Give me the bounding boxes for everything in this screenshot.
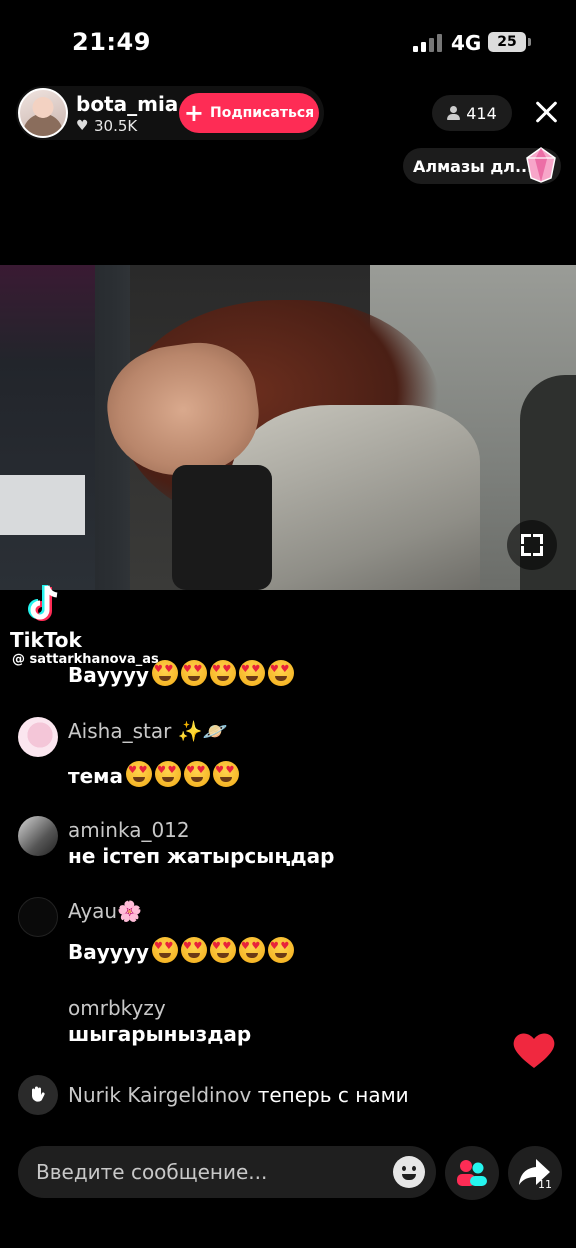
heart-eyes-emoji xyxy=(209,660,236,686)
host-name[interactable]: bota_mia xyxy=(76,92,178,116)
heart-eyes-emoji xyxy=(213,761,239,787)
smile-icon[interactable] xyxy=(393,1156,425,1188)
message-placeholder: Введите сообщение... xyxy=(36,1160,268,1184)
diamonds-pill[interactable]: Алмазы дл... xyxy=(403,147,561,184)
person-icon xyxy=(447,106,461,120)
heart-eyes-emoji xyxy=(151,937,178,963)
heart-eyes-emoji xyxy=(267,937,294,963)
live-video[interactable] xyxy=(0,265,576,590)
comment-username[interactable]: Aisha_star ✨🪐 xyxy=(68,719,228,743)
comment-text: тема xyxy=(68,761,239,788)
share-button[interactable] xyxy=(508,1146,562,1200)
gem-icon xyxy=(526,147,556,183)
comment-text: не істеп жатырсыңдар xyxy=(68,844,335,868)
follow-label: Подписаться xyxy=(209,105,315,121)
host-info[interactable]: bota_mia ♥ 30.5K + Подписаться xyxy=(16,86,324,140)
share-icon xyxy=(519,1159,550,1185)
message-input[interactable]: Введите сообщение... xyxy=(18,1146,436,1198)
comment-text: Вауууу xyxy=(68,660,294,687)
close-button[interactable] xyxy=(528,94,564,130)
heart-eyes-emoji xyxy=(180,937,207,963)
heart-eyes-emoji xyxy=(155,761,181,787)
heart-eyes-emoji xyxy=(126,761,152,787)
avatar[interactable] xyxy=(18,717,58,757)
heart-eyes-emoji xyxy=(238,660,265,686)
host-likes: ♥ 30.5K xyxy=(76,117,137,135)
avatar[interactable] xyxy=(18,816,58,856)
host-likes-count: 30.5K xyxy=(94,117,138,135)
heart-eyes-emoji xyxy=(209,937,236,963)
tiktok-logo-icon xyxy=(28,585,58,621)
signal-icon xyxy=(413,34,443,52)
avatar[interactable] xyxy=(18,897,58,937)
status-time: 21:49 xyxy=(72,28,151,56)
comment-username[interactable]: Ayau🌸 xyxy=(68,899,142,923)
host-avatar[interactable] xyxy=(18,88,68,138)
people-icon xyxy=(457,1160,487,1186)
battery-icon: 25 xyxy=(488,32,531,52)
heart-icon: ♥ xyxy=(76,117,89,134)
plus-icon: + xyxy=(183,99,204,127)
join-text: Nurik Kairgeldinov теперь с нами xyxy=(68,1083,409,1107)
viewer-count-value: 414 xyxy=(466,103,497,123)
follow-button[interactable]: + Подписаться xyxy=(179,93,319,133)
tiktok-brand: TikTok xyxy=(10,628,82,652)
heart-eyes-emoji xyxy=(184,761,210,787)
join-message: теперь с нами xyxy=(257,1083,409,1107)
network-label: 4G xyxy=(451,31,482,55)
comment-username[interactable]: aminka_012 xyxy=(68,818,190,842)
comment-text: шыгарыныздар xyxy=(68,1022,252,1046)
heart-eyes-emoji xyxy=(180,660,207,686)
join-username[interactable]: Nurik Kairgeldinov xyxy=(68,1083,251,1107)
people-button[interactable] xyxy=(445,1146,499,1200)
wave-hand-icon xyxy=(18,1075,58,1115)
heart-eyes-emoji xyxy=(267,660,294,686)
share-count: 11 xyxy=(538,1178,552,1191)
comment-text: Вауууу xyxy=(68,937,294,964)
fullscreen-icon[interactable] xyxy=(507,520,557,570)
microphone xyxy=(172,465,272,590)
comment-username[interactable]: omrbkyzy xyxy=(68,996,166,1020)
heart-eyes-emoji xyxy=(151,660,178,686)
heart-eyes-emoji xyxy=(238,937,265,963)
diamonds-label: Алмазы дл... xyxy=(413,156,534,176)
viewer-count[interactable]: 414 xyxy=(432,95,512,131)
heart-icon[interactable] xyxy=(512,1030,556,1070)
status-bar: 21:49 4G 25 xyxy=(0,0,576,80)
